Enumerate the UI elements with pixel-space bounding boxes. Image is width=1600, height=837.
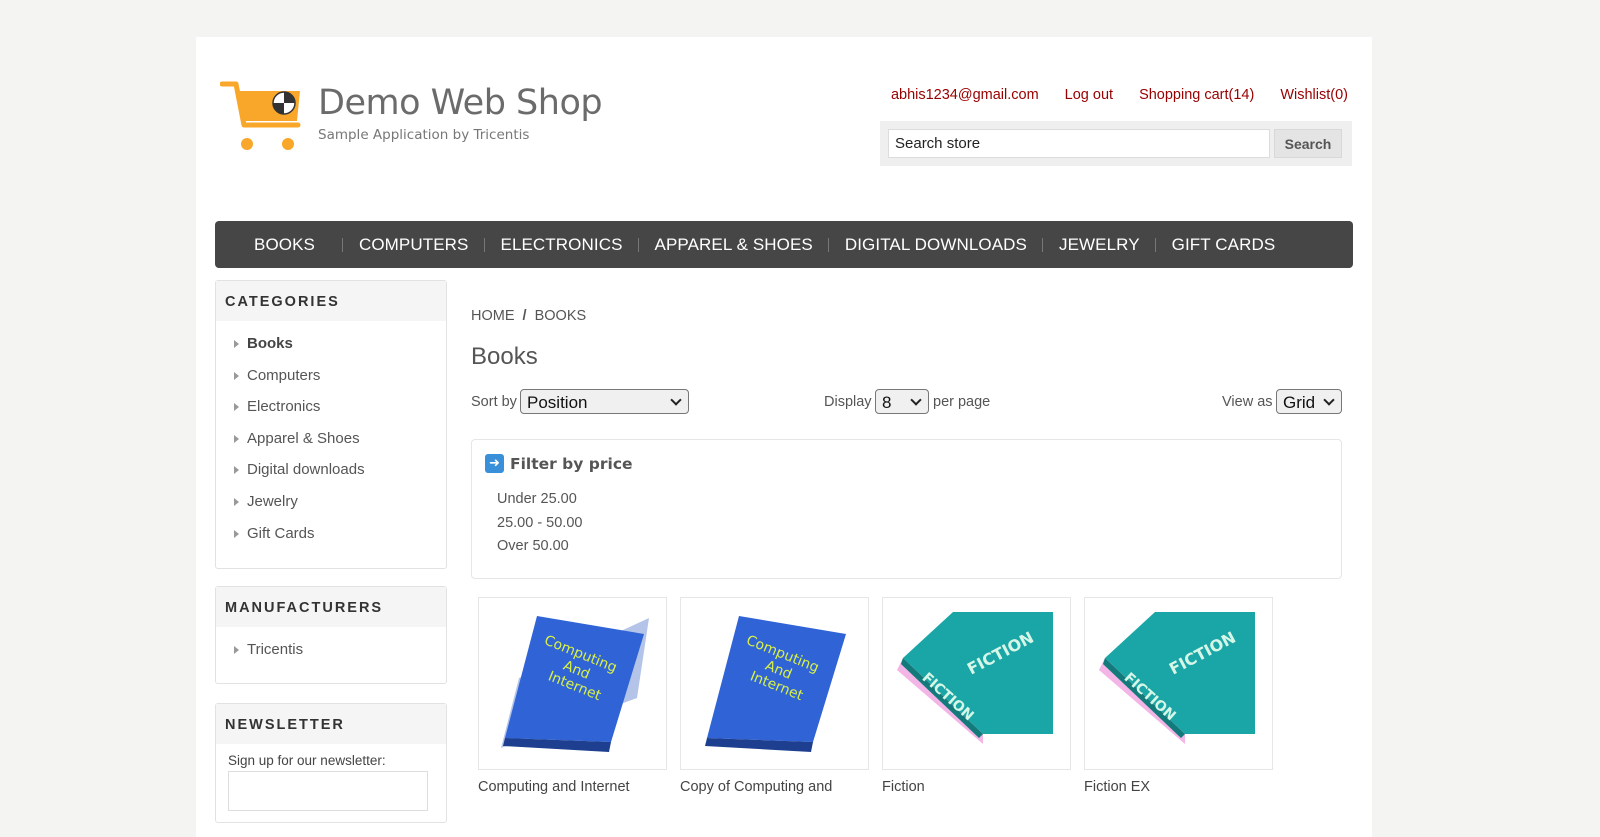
newsletter-title: NEWSLETTER	[216, 704, 446, 744]
manufacturers-title: MANUFACTURERS	[216, 587, 446, 627]
product-item: FICTION FICTION Fiction	[882, 597, 1071, 795]
search-button[interactable]: Search	[1274, 129, 1342, 158]
newsletter-email-input[interactable]	[228, 771, 428, 811]
breadcrumb-home[interactable]: HOME	[471, 308, 515, 324]
manufacturer-tricentis[interactable]: Tricentis	[232, 637, 446, 669]
category-computers[interactable]: Computers	[232, 363, 446, 395]
category-digital-downloads[interactable]: Digital downloads	[232, 457, 446, 489]
price-range-under-25[interactable]: Under 25.00	[497, 491, 582, 515]
filter-title: Filter by price	[510, 454, 633, 473]
category-jewelry[interactable]: Jewelry	[232, 489, 446, 521]
breadcrumb: HOME / BOOKS	[471, 308, 586, 324]
cart-logo-icon	[219, 81, 306, 153]
menu-item-books[interactable]: BOOKS	[238, 235, 343, 255]
product-grid: Computing And Internet Computing and Int…	[478, 597, 1273, 795]
top-menu: BOOKS COMPUTERS ELECTRONICS APPAREL & SH…	[215, 221, 1353, 268]
page-container: Demo Web Shop Sample Application by Tric…	[196, 37, 1372, 837]
page-size-value: 8	[882, 393, 892, 412]
view-mode-select[interactable]: Grid	[1276, 389, 1342, 414]
chevron-down-icon	[910, 394, 922, 406]
shopping-cart-link[interactable]: Shopping cart(14)	[1139, 87, 1254, 103]
sort-by-label: Sort by	[471, 394, 517, 410]
category-electronics[interactable]: Electronics	[232, 394, 446, 426]
product-image[interactable]: Computing And Internet	[680, 597, 869, 770]
menu-item-jewelry[interactable]: JEWELRY	[1041, 235, 1156, 255]
display-label: Display	[824, 394, 872, 410]
page-title: Books	[471, 343, 538, 370]
product-item: Computing And Internet Copy of Computing…	[680, 597, 869, 795]
breadcrumb-separator: /	[522, 308, 527, 324]
chevron-down-icon	[1323, 394, 1335, 406]
product-item: Computing And Internet Computing and Int…	[478, 597, 667, 795]
price-range-25-50[interactable]: 25.00 - 50.00	[497, 515, 582, 539]
price-range-over-50[interactable]: Over 50.00	[497, 538, 582, 562]
product-image[interactable]: FICTION FICTION	[882, 597, 1071, 770]
categories-title: CATEGORIES	[216, 281, 446, 321]
product-title[interactable]: Fiction EX	[1084, 779, 1273, 795]
logo[interactable]: Demo Web Shop Sample Application by Tric…	[219, 81, 603, 153]
product-title[interactable]: Computing and Internet	[478, 779, 667, 795]
newsletter-block: NEWSLETTER Sign up for our newsletter:	[215, 703, 447, 823]
product-selectors: Sort by Position Display 8 per page View…	[471, 389, 1342, 415]
account-link[interactable]: abhis1234@gmail.com	[891, 87, 1039, 103]
site-subtitle: Sample Application by Tricentis	[318, 127, 530, 143]
product-item: FICTION FICTION Fiction EX	[1084, 597, 1273, 795]
logout-link[interactable]: Log out	[1065, 87, 1113, 103]
categories-block: CATEGORIES Books Computers Electronics A…	[215, 280, 447, 569]
site-title: Demo Web Shop	[318, 83, 603, 123]
wishlist-link[interactable]: Wishlist(0)	[1280, 87, 1348, 103]
page-size-select[interactable]: 8	[875, 389, 929, 414]
menu-item-apparel-shoes[interactable]: APPAREL & SHOES	[637, 235, 829, 255]
sort-by-select[interactable]: Position	[520, 389, 689, 414]
menu-item-electronics[interactable]: ELECTRONICS	[483, 235, 639, 255]
search-input[interactable]	[888, 129, 1270, 158]
product-title[interactable]: Copy of Computing and	[680, 779, 869, 795]
view-mode-value: Grid	[1283, 393, 1316, 412]
category-apparel-shoes[interactable]: Apparel & Shoes	[232, 426, 446, 458]
price-filter: ➜ Filter by price Under 25.00 25.00 - 50…	[471, 439, 1342, 579]
breadcrumb-current: BOOKS	[534, 308, 587, 324]
per-page-label: per page	[933, 394, 991, 410]
menu-item-computers[interactable]: COMPUTERS	[341, 235, 485, 255]
product-image[interactable]: Computing And Internet	[478, 597, 667, 770]
manufacturers-block: MANUFACTURERS Tricentis	[215, 586, 447, 684]
category-gift-cards[interactable]: Gift Cards	[232, 521, 446, 553]
view-as-label: View as	[1222, 394, 1273, 410]
menu-item-digital-downloads[interactable]: DIGITAL DOWNLOADS	[827, 235, 1043, 255]
arrow-right-icon: ➜	[485, 454, 504, 473]
product-title[interactable]: Fiction	[882, 779, 1071, 795]
search-box: Search	[880, 121, 1352, 166]
chevron-down-icon	[670, 394, 682, 406]
menu-item-gift-cards[interactable]: GIFT CARDS	[1154, 235, 1292, 255]
header-links: abhis1234@gmail.com Log out Shopping car…	[865, 87, 1348, 103]
product-image[interactable]: FICTION FICTION	[1084, 597, 1273, 770]
category-books[interactable]: Books	[232, 331, 446, 363]
sort-by-value: Position	[527, 393, 588, 412]
